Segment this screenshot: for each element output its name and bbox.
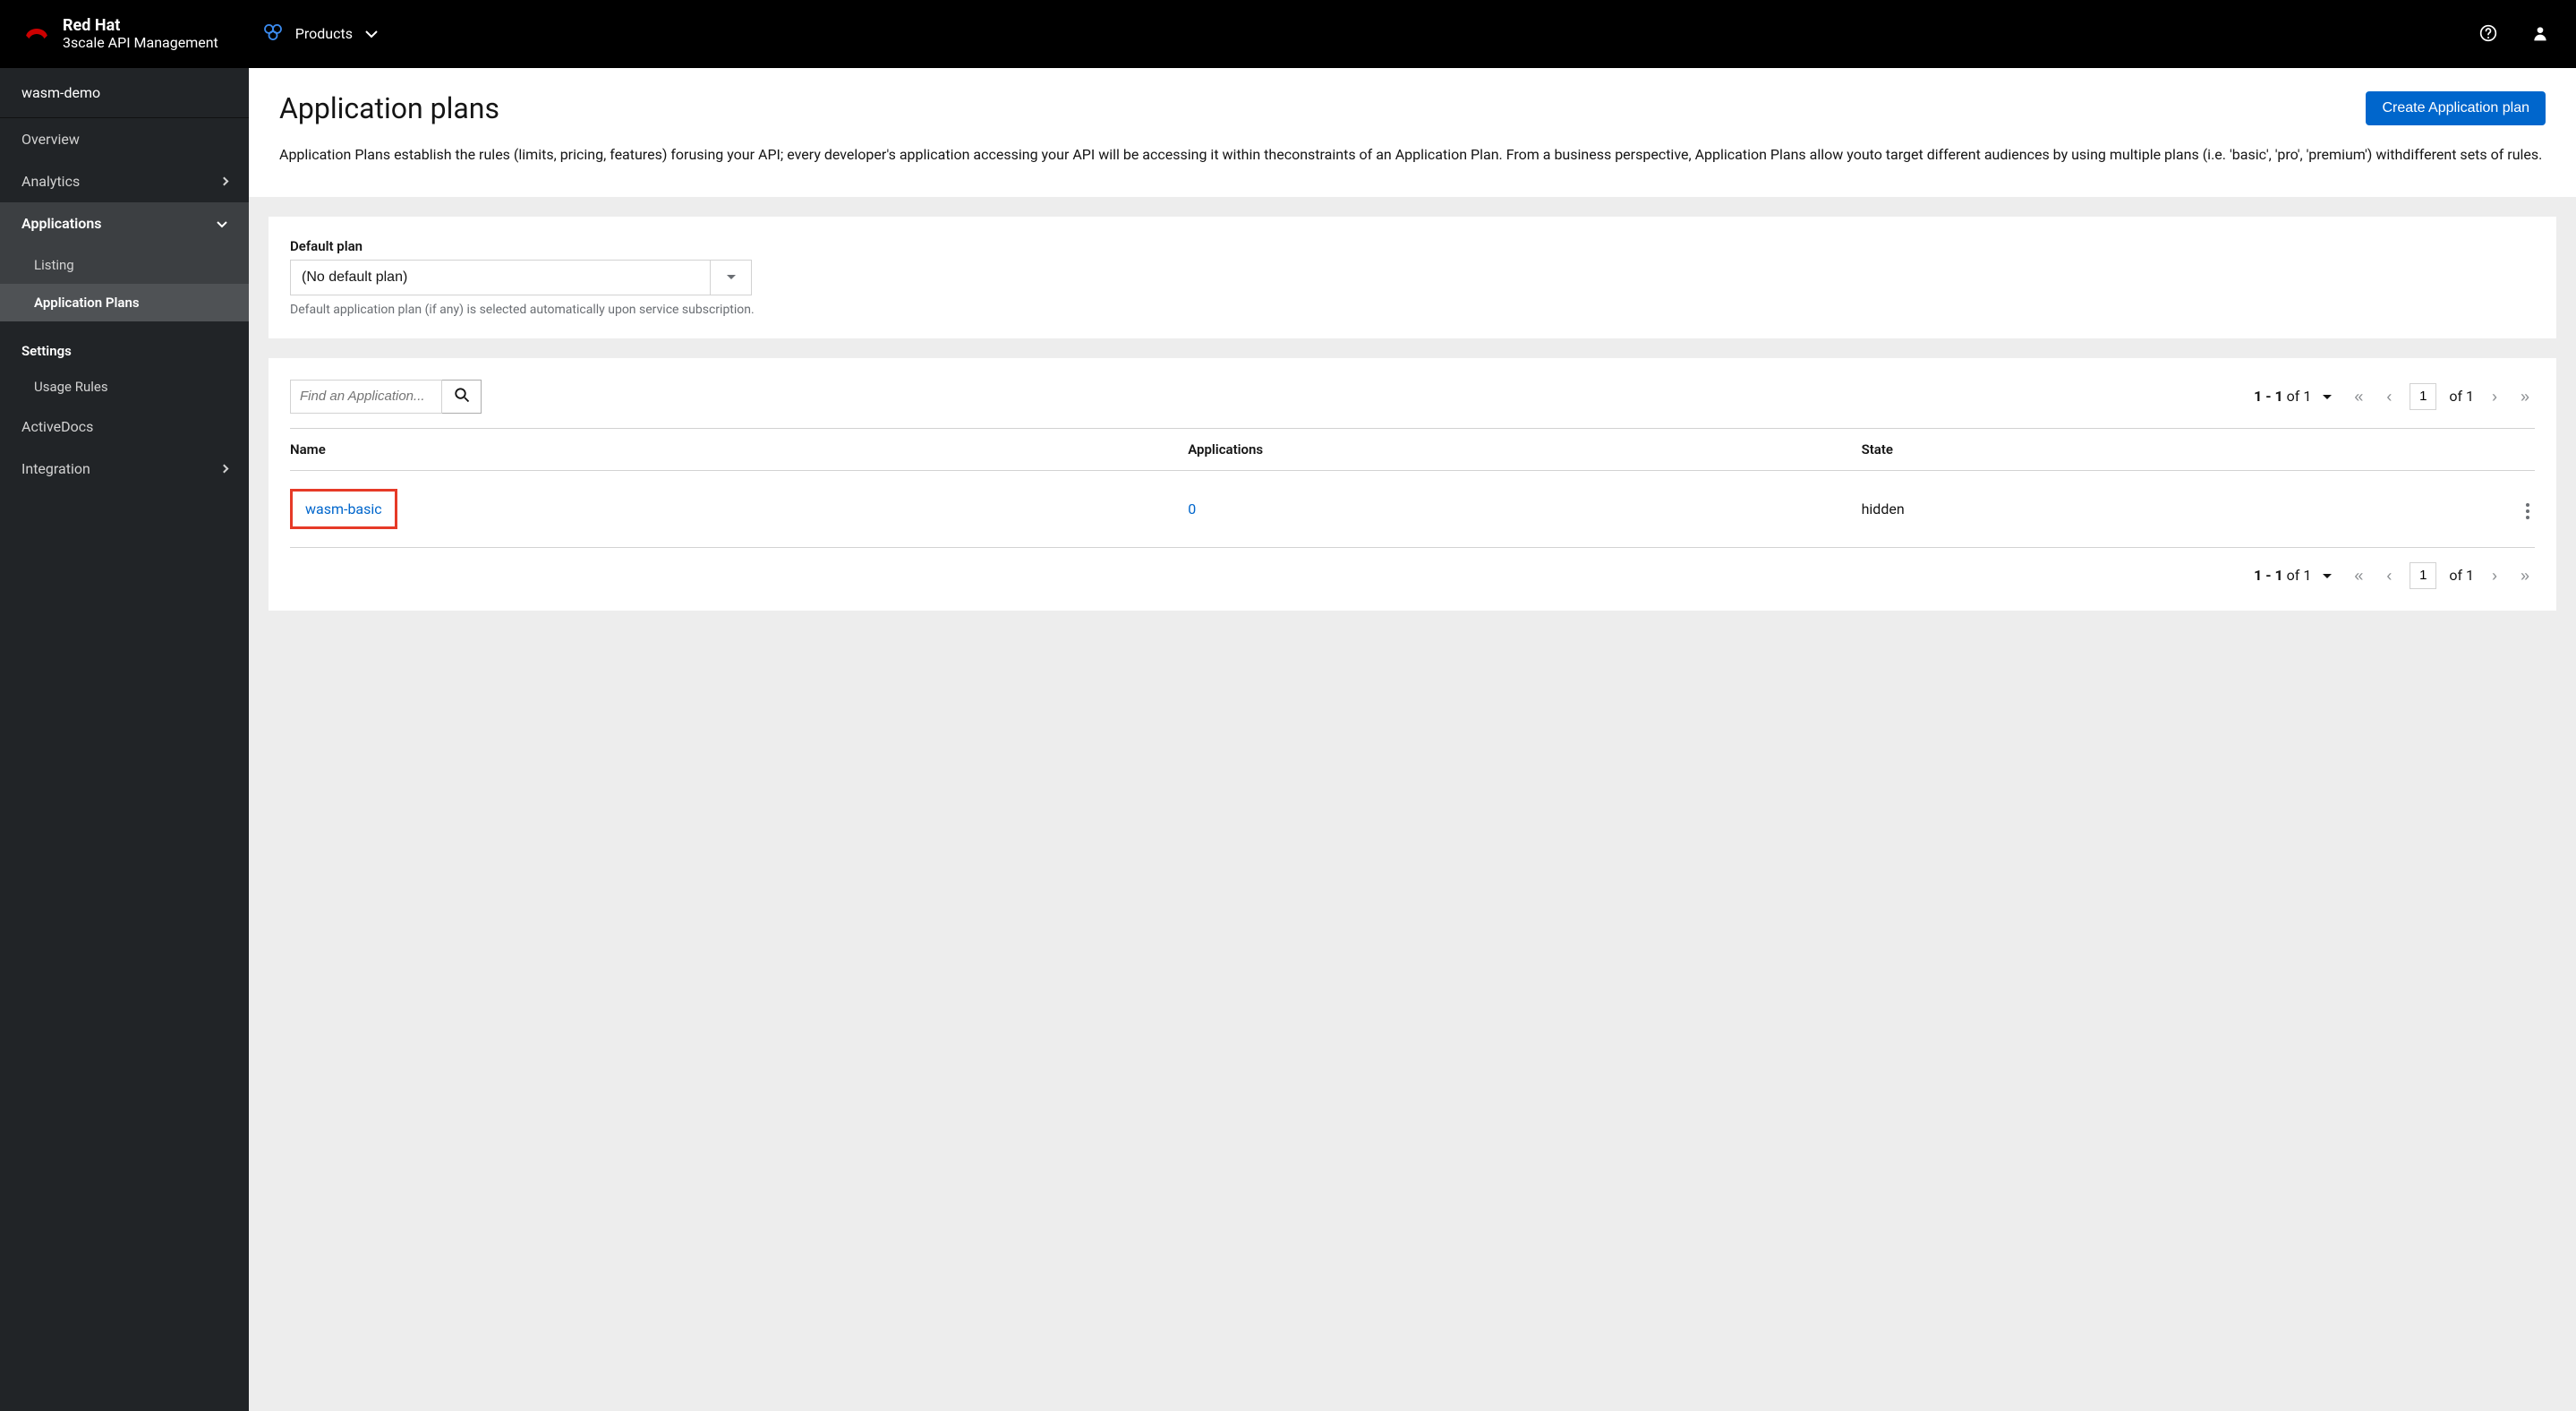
plan-state-value: hidden: [1862, 500, 1905, 517]
brand-name-top: Red Hat: [63, 17, 218, 35]
sidebar-item-label: ActiveDocs: [21, 418, 93, 435]
pagination-range-dropdown[interactable]: 1 - 1 of 1: [2254, 388, 2333, 405]
brand-logo[interactable]: Red Hat 3scale API Management: [21, 17, 218, 50]
redhat-icon: [21, 21, 52, 47]
pagination-last-button[interactable]: »: [2515, 564, 2535, 587]
pagination-top: 1 - 1 of 1 « ‹ of 1 › »: [2254, 383, 2535, 410]
angle-left-icon: ‹: [2386, 388, 2392, 406]
column-header-state[interactable]: State: [1862, 428, 2356, 470]
pagination-range-dropdown[interactable]: 1 - 1 of 1: [2254, 567, 2333, 584]
chevron-right-icon: [220, 177, 229, 186]
sidebar-item-label: Usage Rules: [34, 379, 108, 395]
sidebar-item-label: Application Plans: [34, 295, 140, 311]
help-icon: [2479, 31, 2497, 45]
pagination-bottom: 1 - 1 of 1 « ‹ of 1 › »: [2254, 562, 2535, 589]
sidebar-subitem-usage-rules[interactable]: Usage Rules: [0, 368, 249, 406]
angle-double-right-icon: »: [2521, 388, 2529, 406]
page-title: Application plans: [279, 91, 499, 125]
help-button[interactable]: [2474, 19, 2503, 50]
plans-table-panel: 1 - 1 of 1 « ‹ of 1 › » N: [269, 358, 2556, 611]
table-row: wasm-basic 0 hidden: [290, 470, 2535, 547]
angle-right-icon: ›: [2492, 388, 2497, 406]
sidebar: wasm-demo Overview Analytics Application…: [0, 68, 249, 1411]
nav-products-label: Products: [295, 25, 353, 42]
kebab-dot-icon: [2526, 509, 2529, 513]
pagination-range: 1 - 1: [2254, 388, 2283, 405]
pagination-last-button[interactable]: »: [2515, 385, 2535, 408]
search-button[interactable]: [442, 380, 482, 414]
sidebar-item-integration[interactable]: Integration: [0, 448, 249, 490]
angle-right-icon: ›: [2492, 567, 2497, 585]
sidebar-subitem-listing[interactable]: Listing: [0, 246, 249, 284]
sidebar-item-label: Integration: [21, 460, 90, 477]
sidebar-item-overview[interactable]: Overview: [0, 118, 249, 160]
column-header-applications[interactable]: Applications: [1188, 428, 1861, 470]
pagination-first-button[interactable]: «: [2349, 564, 2368, 587]
sidebar-section-settings: Settings: [0, 321, 249, 368]
caret-down-icon: [726, 270, 737, 284]
pagination-first-button[interactable]: «: [2349, 385, 2368, 408]
sidebar-item-activedocs[interactable]: ActiveDocs: [0, 406, 249, 448]
caret-down-icon: [2322, 388, 2333, 405]
plans-table: Name Applications State wasm-basic: [290, 428, 2535, 548]
default-plan-panel: Default plan Default application plan (i…: [269, 217, 2556, 338]
caret-down-icon: [2322, 567, 2333, 584]
sidebar-item-label: Overview: [21, 131, 80, 148]
sidebar-subitem-application-plans[interactable]: Application Plans: [0, 284, 249, 321]
default-plan-select[interactable]: [290, 260, 711, 295]
top-bar: Red Hat 3scale API Management Products: [0, 0, 2576, 68]
search-icon: [454, 387, 470, 406]
user-menu-button[interactable]: [2526, 19, 2555, 50]
kebab-dot-icon: [2526, 516, 2529, 519]
angle-double-right-icon: »: [2521, 567, 2529, 585]
default-plan-help-text: Default application plan (if any) is sel…: [290, 303, 2535, 317]
sidebar-item-label: Applications: [21, 215, 101, 232]
sidebar-item-analytics[interactable]: Analytics: [0, 160, 249, 202]
angle-left-icon: ‹: [2386, 567, 2392, 585]
pagination-range: 1 - 1: [2254, 567, 2283, 584]
sidebar-item-label: Listing: [34, 257, 74, 273]
plan-applications-link[interactable]: 0: [1188, 500, 1196, 517]
sidebar-item-label: Analytics: [21, 173, 80, 190]
plan-name-link[interactable]: wasm-basic: [305, 500, 382, 517]
page-description: Application Plans establish the rules (l…: [279, 143, 2546, 167]
nav-products-dropdown[interactable]: Products: [254, 19, 387, 49]
search-input[interactable]: [290, 380, 442, 414]
create-application-plan-button[interactable]: Create Application plan: [2366, 91, 2546, 125]
brand-name-bottom: 3scale API Management: [63, 35, 218, 51]
user-icon: [2531, 31, 2549, 45]
main-content: Application plans Create Application pla…: [249, 68, 2576, 1411]
pagination-prev-button[interactable]: ‹: [2381, 385, 2397, 408]
default-plan-label: Default plan: [290, 238, 2535, 254]
pagination-next-button[interactable]: ›: [2486, 564, 2503, 587]
chevron-right-icon: [220, 465, 229, 474]
pagination-page-input[interactable]: [2410, 383, 2436, 410]
pagination-page-input[interactable]: [2410, 562, 2436, 589]
pagination-of-label: of 1: [2449, 567, 2474, 584]
angle-double-left-icon: «: [2354, 388, 2363, 406]
products-icon: [263, 24, 283, 44]
sidebar-context-name[interactable]: wasm-demo: [0, 68, 249, 118]
chevron-down-icon: [217, 215, 227, 232]
kebab-dot-icon: [2526, 503, 2529, 507]
pagination-next-button[interactable]: ›: [2486, 385, 2503, 408]
pagination-prev-button[interactable]: ‹: [2381, 564, 2397, 587]
row-actions-kebab[interactable]: [2521, 498, 2535, 525]
default-plan-dropdown-toggle[interactable]: [711, 260, 752, 295]
angle-double-left-icon: «: [2354, 567, 2363, 585]
sidebar-item-applications[interactable]: Applications: [0, 202, 249, 244]
chevron-down-icon: [365, 25, 378, 42]
column-header-name[interactable]: Name: [290, 428, 1188, 470]
highlight-annotation: wasm-basic: [290, 489, 397, 529]
pagination-of-label: of 1: [2449, 388, 2474, 405]
